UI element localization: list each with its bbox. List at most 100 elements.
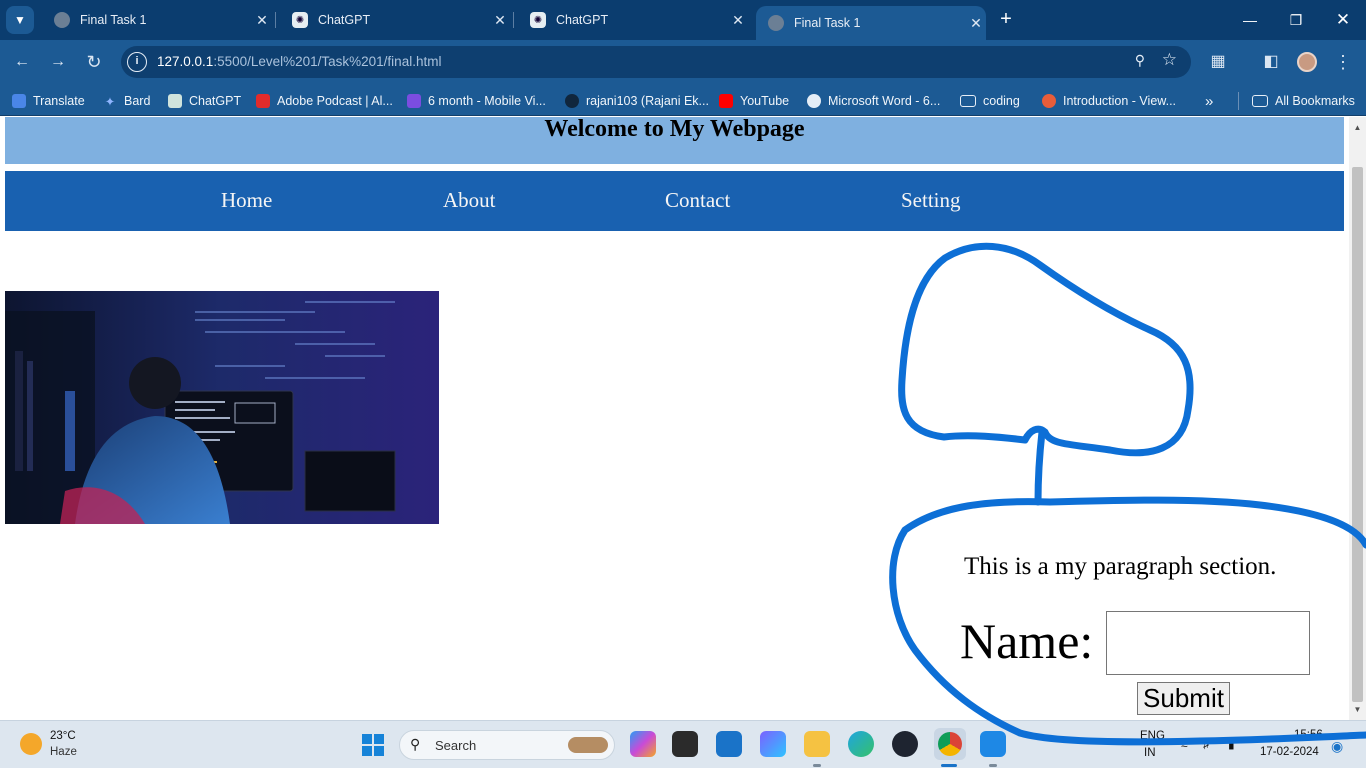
youtube-icon [719, 94, 733, 108]
taskbar-search-label: Search [435, 738, 477, 753]
wifi-icon[interactable]: ≈ [1181, 738, 1188, 752]
tab-separator [513, 12, 514, 28]
url-host: 127.0.0.1 [157, 54, 214, 69]
all-bookmarks-button[interactable]: All Bookmarks [1252, 92, 1355, 110]
name-input[interactable] [1106, 611, 1310, 675]
bookmark-youtube[interactable]: YouTube [719, 92, 789, 110]
vscode-icon[interactable] [980, 731, 1006, 757]
copilot-icon[interactable] [760, 731, 786, 757]
clock-date[interactable]: 17-02-2024 [1260, 746, 1319, 758]
edge-browser-icon[interactable] [848, 731, 874, 757]
site-info-icon[interactable]: i [127, 52, 147, 72]
nav-link-home[interactable]: Home [221, 188, 272, 213]
close-icon[interactable]: ✕ [728, 12, 748, 29]
weather-temperature[interactable]: 23°C [50, 730, 76, 742]
page-header: Welcome to My Webpage [5, 117, 1344, 164]
menu-button[interactable]: ⋮ [1331, 50, 1355, 74]
tab-chatgpt[interactable]: ✺ ChatGPT ✕ [518, 6, 748, 34]
windows-start-icon[interactable] [362, 734, 384, 756]
close-icon[interactable]: ✕ [490, 12, 510, 29]
chatgpt-icon: ✺ [530, 12, 546, 28]
copilot-app-icon[interactable] [630, 731, 656, 757]
nav-link-contact[interactable]: Contact [665, 188, 730, 213]
search-highlight-image [568, 737, 608, 753]
close-icon[interactable]: ✕ [966, 15, 986, 32]
file-explorer-icon[interactable] [804, 731, 830, 757]
adobe-icon [256, 94, 270, 108]
avatar[interactable] [1297, 52, 1317, 72]
page-title: Welcome to My Webpage [544, 117, 805, 142]
language-bottom[interactable]: IN [1144, 747, 1156, 759]
minimize-button[interactable]: — [1238, 8, 1262, 32]
url-text: 127.0.0.1:5500/Level%201/Task%201/final.… [157, 54, 441, 69]
star-icon[interactable]: ☆ [1162, 50, 1177, 70]
weather-condition[interactable]: Haze [50, 746, 77, 758]
react-app-icon[interactable] [892, 731, 918, 757]
tab-final-task-1-active[interactable]: Final Task 1 ✕ [756, 6, 986, 40]
chatgpt-icon [168, 94, 182, 108]
nav-link-about[interactable]: About [443, 188, 496, 213]
reload-button[interactable]: ↻ [82, 50, 106, 74]
bookmark-chatgpt[interactable]: ChatGPT [168, 92, 241, 110]
bookmark-microsoft-word[interactable]: Microsoft Word - 6... [807, 92, 940, 110]
restore-button[interactable]: ❐ [1284, 8, 1308, 32]
task-view-icon[interactable] [672, 731, 698, 757]
notification-bell-icon[interactable]: ◉ [1331, 738, 1343, 755]
scrollbar-thumb[interactable] [1352, 167, 1363, 702]
navigation-bar: Home About Contact Setting [5, 171, 1344, 231]
scroll-down-icon[interactable]: ▼ [1353, 705, 1362, 714]
battery-icon[interactable]: ▮ [1228, 737, 1235, 751]
bookmark-coding-folder[interactable]: coding [960, 92, 1020, 110]
tab-final-task-1[interactable]: Final Task 1 ✕ [42, 6, 272, 34]
weather-sun-icon[interactable] [20, 733, 42, 755]
volume-mute-icon[interactable]: ♯ [1203, 737, 1209, 751]
bookmark-bard[interactable]: ✦ Bard [103, 92, 151, 110]
search-icon: ⚲ [410, 736, 421, 752]
github-icon [565, 94, 579, 108]
tab-title: Final Task 1 [80, 13, 147, 27]
active-indicator [941, 764, 957, 767]
running-indicator [813, 764, 821, 767]
scroll-up-icon[interactable]: ▲ [1353, 123, 1362, 132]
back-button[interactable]: ← [10, 50, 34, 74]
zoom-icon[interactable]: ⚲ [1135, 52, 1145, 69]
running-indicator [989, 764, 997, 767]
arrow-left-icon: ← [14, 53, 30, 70]
address-bar[interactable]: i 127.0.0.1:5500/Level%201/Task%201/fina… [121, 46, 1191, 78]
nav-link-setting[interactable]: Setting [901, 188, 961, 213]
submit-button[interactable]: Submit [1137, 682, 1230, 715]
bookmark-introduction[interactable]: Introduction - View... [1042, 92, 1176, 110]
close-icon: ✕ [1335, 10, 1351, 29]
bookmark-label: Translate [33, 94, 85, 108]
close-window-button[interactable]: ✕ [1331, 8, 1355, 32]
bookmark-mobile-video[interactable]: 6 month - Mobile Vi... [407, 92, 546, 110]
clock-time[interactable]: 15:56 [1294, 729, 1323, 741]
bookmark-github[interactable]: rajani103 (Rajani Ek... [565, 92, 709, 110]
new-tab-button[interactable]: + [994, 8, 1018, 32]
bookmark-translate[interactable]: Translate [12, 92, 85, 110]
forward-button[interactable]: → [46, 50, 70, 74]
tab-search-button[interactable]: ▼ [6, 6, 34, 34]
microsoft-store-icon[interactable] [716, 731, 742, 757]
side-panel-button[interactable]: ◧ [1259, 50, 1283, 74]
plus-icon: + [1000, 8, 1012, 30]
chatgpt-icon: ✺ [292, 12, 308, 28]
bookmark-adobe-podcast[interactable]: Adobe Podcast | Al... [256, 92, 393, 110]
chrome-icon[interactable] [938, 732, 962, 756]
extensions-button[interactable]: ▦ [1206, 50, 1230, 74]
tab-chatgpt[interactable]: ✺ ChatGPT ✕ [280, 6, 510, 34]
bookmarks-divider [1238, 92, 1239, 110]
language-top[interactable]: ENG [1140, 730, 1165, 742]
more-bookmarks-button[interactable]: » [1205, 92, 1213, 110]
taskbar-search[interactable]: ⚲ Search [399, 730, 615, 760]
screen: ▼ Final Task 1 ✕ ✺ ChatGPT ✕ ✺ ChatGPT ✕… [0, 0, 1366, 768]
page-scrollbar[interactable]: ▲ ▼ [1349, 117, 1366, 720]
url-path: :5500/Level%201/Task%201/final.html [213, 54, 442, 69]
bookmarks-bar: Translate ✦ Bard ChatGPT Adobe Podcast | … [0, 84, 1366, 116]
windows-taskbar: 23°C Haze ⚲ Search ENG IN ≈ ♯ ▮ 15:56 17… [0, 720, 1366, 768]
globe-icon [768, 15, 784, 31]
bookmark-label: 6 month - Mobile Vi... [428, 94, 546, 108]
arrow-right-icon: → [50, 53, 66, 70]
close-icon[interactable]: ✕ [252, 12, 272, 29]
bookmark-label: Introduction - View... [1063, 94, 1177, 108]
